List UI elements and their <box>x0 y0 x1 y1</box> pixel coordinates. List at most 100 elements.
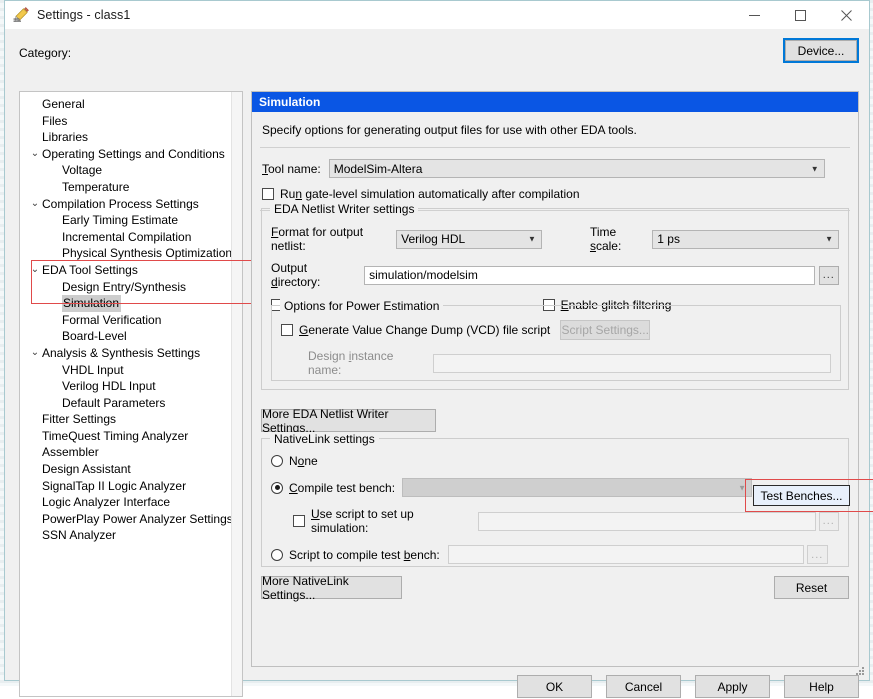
dialog-body: Category: Device... General Files Librarie… <box>5 29 873 698</box>
radio-none[interactable] <box>271 455 283 467</box>
generate-vcd-label: Generate Value Change Dump (VCD) file sc… <box>299 323 551 337</box>
category-tree-item[interactable]: General <box>20 96 242 113</box>
category-tree-item[interactable]: Voltage <box>20 162 242 179</box>
category-tree-item[interactable]: Logic Analyzer Interface <box>20 494 242 511</box>
radio-script-to-compile[interactable] <box>271 548 283 561</box>
category-tree-item-label: SSN Analyzer <box>42 528 117 543</box>
run-gate-level-checkbox[interactable] <box>262 188 274 200</box>
radio-compile-test-bench[interactable] <box>271 481 283 494</box>
nativelink-group-title: NativeLink settings <box>270 432 379 446</box>
cancel-button[interactable]: Cancel <box>606 675 681 698</box>
category-tree-item[interactable]: Board-Level <box>20 328 242 345</box>
more-eda-netlist-writer-settings-button[interactable]: More EDA Netlist Writer Settings... <box>261 407 436 435</box>
output-directory-browse-button[interactable]: ... <box>818 265 839 285</box>
category-tree-item[interactable]: Design Entry/Synthesis <box>20 279 242 296</box>
design-instance-label: Design instance name: <box>308 349 394 377</box>
output-directory-input[interactable]: simulation/modelsim <box>364 265 815 285</box>
chevron-down-icon[interactable]: ⌄ <box>28 262 42 279</box>
category-tree-item-label: General <box>42 97 85 111</box>
compile-test-bench-combo: ▼ <box>402 478 753 497</box>
timescale-combo[interactable]: 1 ps ▼ <box>652 229 839 249</box>
category-tree-item[interactable]: Design Assistant <box>20 461 242 478</box>
close-button[interactable] <box>823 1 869 29</box>
category-tree-item[interactable]: ⌄ EDA Tool Settings <box>20 262 242 279</box>
script-settings-button: Script Settings... <box>560 320 651 340</box>
test-benches-button[interactable]: Test Benches... <box>753 485 850 506</box>
eda-netlist-writer-group-title: EDA Netlist Writer settings <box>270 202 419 216</box>
option-none-row[interactable]: None <box>262 454 848 468</box>
chevron-down-icon[interactable]: ⌄ <box>28 196 42 213</box>
category-tree-item-label: Assembler <box>42 445 99 460</box>
category-tree-item-label: EDA Tool Settings <box>42 262 138 277</box>
category-tree-item-label: Voltage <box>62 163 103 178</box>
help-button[interactable]: Help <box>784 675 859 698</box>
category-tree-item[interactable]: Simulation <box>20 295 242 312</box>
category-tree[interactable]: General Files Libraries ⌄ Operating Settings… <box>19 91 243 697</box>
category-tree-item[interactable]: Incremental Compilation <box>20 229 242 246</box>
output-directory-label: Output directory: <box>271 261 321 289</box>
generate-vcd-checkbox[interactable] <box>281 324 293 336</box>
tool-name-value: ModelSim-Altera <box>333 161 423 176</box>
tool-name-label: Tool name: <box>262 161 321 176</box>
category-tree-item-label: Logic Analyzer Interface <box>42 495 171 510</box>
use-script-label: Use script to set up simulation: <box>311 507 414 535</box>
vcd-row: Generate Value Change Dump (VCD) file sc… <box>272 320 840 340</box>
maximize-button[interactable] <box>777 1 823 29</box>
chevron-down-icon: ▼ <box>825 234 833 244</box>
format-value: Verilog HDL <box>401 232 466 246</box>
use-script-checkbox[interactable] <box>293 515 305 527</box>
pane-header: Simulation <box>252 92 858 112</box>
category-tree-item[interactable]: Default Parameters <box>20 395 242 412</box>
use-script-row[interactable]: Use script to set up simulation: ... <box>262 507 848 535</box>
category-tree-item[interactable]: Fitter Settings <box>20 411 242 428</box>
ok-button[interactable]: OK <box>517 675 592 698</box>
category-tree-item[interactable]: Physical Synthesis Optimizations <box>20 245 242 262</box>
category-tree-item[interactable]: TimeQuest Timing Analyzer <box>20 428 242 445</box>
run-gate-level-row[interactable]: Run gate-level simulation automatically … <box>252 187 858 201</box>
category-tree-item[interactable]: ⌄ Analysis & Synthesis Settings <box>20 345 242 362</box>
window-controls <box>731 1 869 29</box>
category-tree-item[interactable]: SSN Analyzer <box>20 527 242 544</box>
script-compile-browse-button: ... <box>806 545 828 564</box>
resize-grip[interactable] <box>856 667 866 677</box>
pane-description: Specify options for generating output fi… <box>262 123 637 137</box>
category-tree-item[interactable]: Formal Verification <box>20 312 242 329</box>
power-estimation-group-title: Options for Power Estimation <box>280 299 444 313</box>
category-tree-item-label: Board-Level <box>62 329 127 344</box>
category-tree-item[interactable]: Libraries <box>20 129 242 146</box>
chevron-down-icon[interactable]: ⌄ <box>28 146 42 163</box>
apply-button[interactable]: Apply <box>695 675 770 698</box>
category-tree-item[interactable]: SignalTap II Logic Analyzer <box>20 478 242 495</box>
script-compile-input <box>447 545 804 564</box>
more-nativelink-settings-button[interactable]: More NativeLink Settings... <box>261 574 402 602</box>
category-tree-item-label: Simulation <box>62 295 122 312</box>
reset-button[interactable]: Reset <box>774 576 849 599</box>
category-tree-item[interactable]: ⌄ Compilation Process Settings <box>20 196 242 213</box>
category-tree-item[interactable]: Files <box>20 113 242 130</box>
design-instance-input <box>432 353 831 373</box>
category-tree-item[interactable]: Verilog HDL Input <box>20 378 242 395</box>
device-button[interactable]: Device... <box>785 40 857 61</box>
option-script-label: Script to compile test bench: <box>289 547 440 562</box>
use-script-browse-button: ... <box>818 511 840 531</box>
category-tree-item[interactable]: VHDL Input <box>20 362 242 379</box>
category-tree-item-label: Incremental Compilation <box>62 229 192 244</box>
category-tree-item[interactable]: PowerPlay Power Analyzer Settings <box>20 511 242 528</box>
chevron-down-icon: ▼ <box>810 164 819 173</box>
category-tree-item-label: Formal Verification <box>62 312 162 327</box>
category-tree-item[interactable]: Temperature <box>20 179 242 196</box>
category-tree-item-label: Default Parameters <box>62 395 166 410</box>
minimize-button[interactable] <box>731 1 777 29</box>
category-tree-item[interactable]: Assembler <box>20 444 242 461</box>
category-tree-item-label: Files <box>42 113 68 128</box>
category-tree-item[interactable]: Early Timing Estimate <box>20 212 242 229</box>
tree-scrollbar[interactable] <box>231 92 242 696</box>
category-tree-item-label: Libraries <box>42 130 89 145</box>
tool-name-combo[interactable]: ModelSim-Altera ▼ <box>328 159 825 178</box>
format-combo[interactable]: Verilog HDL ▼ <box>396 229 542 249</box>
category-tree-item[interactable]: ⌄ Operating Settings and Conditions <box>20 146 242 163</box>
category-tree-item-label: Analysis & Synthesis Settings <box>42 345 201 360</box>
chevron-down-icon[interactable]: ⌄ <box>28 345 42 362</box>
option-script-row[interactable]: Script to compile test bench: ... <box>262 545 848 564</box>
format-label: Format for output netlist: <box>271 225 364 253</box>
